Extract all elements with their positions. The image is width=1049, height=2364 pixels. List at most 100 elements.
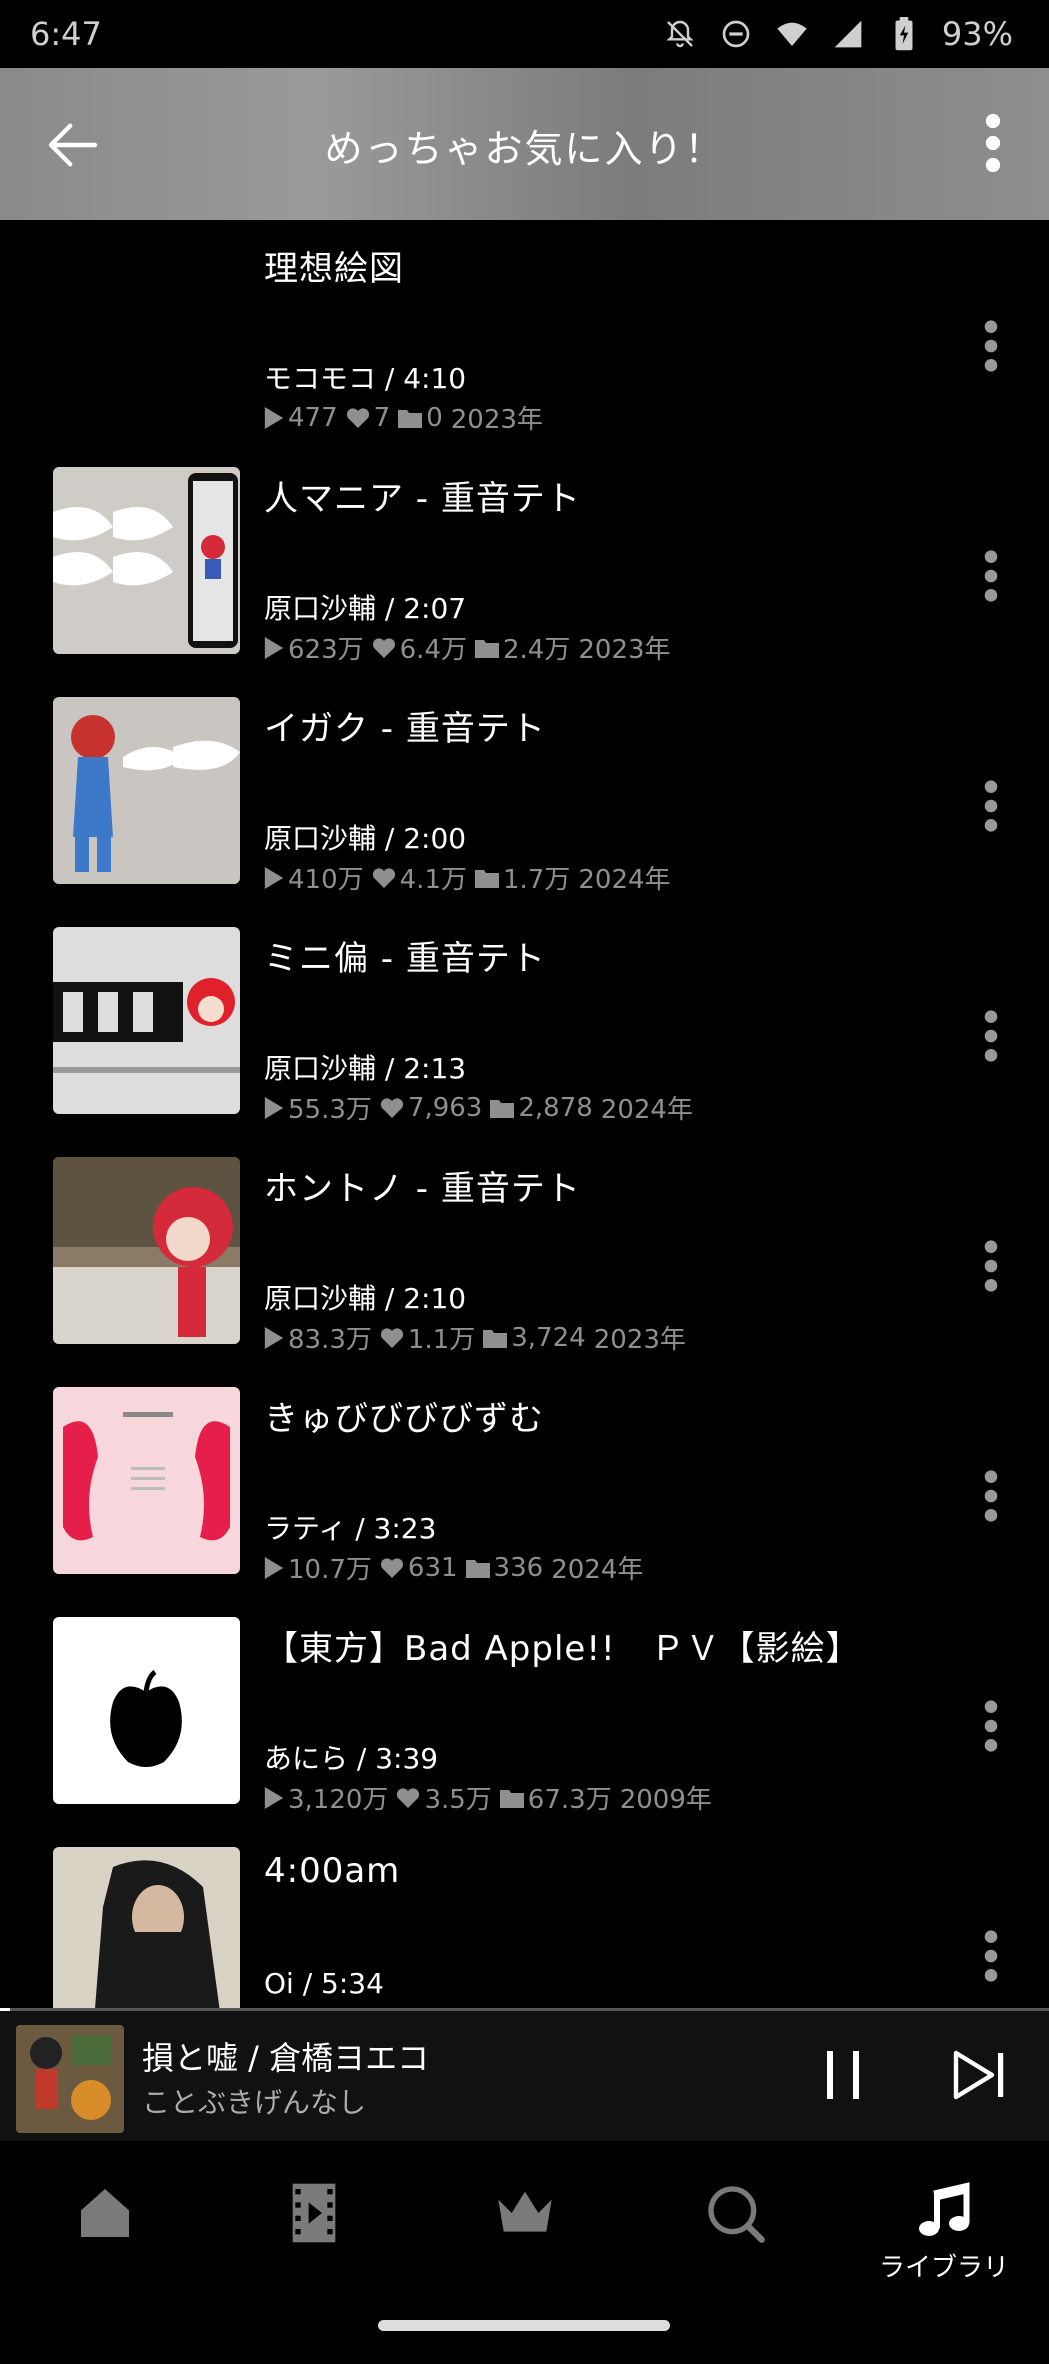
folder-icon — [490, 1099, 515, 1118]
play-count: 55.3万 — [288, 1095, 372, 1125]
song-year: 2009年 — [619, 1785, 712, 1815]
more-vertical-icon[interactable] — [981, 1007, 1001, 1065]
wifi-icon — [774, 16, 810, 52]
mylist-count: 0 — [426, 402, 443, 433]
song-row[interactable]: 4:00am Oi / 5:34 — [0, 1847, 1049, 2010]
folder-icon — [475, 869, 499, 888]
song-title: きゅびびびびずむ — [264, 1399, 544, 1439]
play-count: 3,120万 — [288, 1785, 389, 1815]
song-thumbnail — [53, 697, 240, 884]
song-artist-duration: 原口沙輔 / 2:00 — [264, 822, 467, 855]
nav-library[interactable]: ライブラリ — [874, 2181, 1014, 2311]
song-thumbnail — [53, 1387, 240, 1574]
song-title: 人マニア - 重音テト — [264, 479, 581, 519]
play-count: 410万 — [288, 865, 364, 895]
nav-library-label: ライブラリ — [878, 2253, 1009, 2283]
song-thumbnail — [53, 1847, 240, 2010]
now-playing-artwork — [16, 2025, 124, 2133]
song-thumbnail — [53, 1157, 240, 1344]
song-row[interactable]: きゅびびびびずむ ラティ / 3:23 10.7万 631 336 2024年 — [0, 1387, 1049, 1617]
song-row[interactable]: 理想絵図 モコモコ / 4:10 477 7 0 2023年 — [0, 237, 1049, 467]
mylist-count: 67.3万 — [527, 1785, 612, 1815]
song-list: 理想絵図 モコモコ / 4:10 477 7 0 2023年 人マニア - 重音… — [0, 220, 1049, 2010]
crown-icon — [498, 2191, 552, 2232]
heart-icon — [380, 1557, 404, 1578]
play-count-icon — [264, 1326, 284, 1349]
song-artist-duration: 原口沙輔 / 2:10 — [264, 1282, 467, 1315]
heart-icon — [397, 1787, 420, 1808]
song-title: 理想絵図 — [264, 249, 404, 289]
folder-icon — [483, 1329, 508, 1348]
song-artist-duration: モコモコ / 4:10 — [264, 362, 467, 395]
song-year: 2023年 — [578, 635, 671, 665]
like-count: 1.1万 — [407, 1325, 476, 1355]
play-count-icon — [264, 866, 284, 889]
song-title: ホントノ - 重音テト — [264, 1169, 581, 1209]
song-thumbnail — [53, 1617, 240, 1804]
now-playing-bar[interactable]: 損と嘘 / 倉橋ヨエコ ことぶきげんなし — [0, 2011, 1049, 2141]
song-artist-duration: 原口沙輔 / 2:13 — [264, 1052, 467, 1085]
cell-signal-icon — [830, 16, 866, 52]
song-stats: 55.3万 7,963 2,878 2024年 — [264, 1089, 693, 1126]
heart-icon — [380, 1097, 404, 1118]
battery-level: 93% — [941, 15, 1013, 53]
mylist-count: 336 — [493, 1552, 544, 1583]
now-playing-title: 損と嘘 / 倉橋ヨエコ — [142, 2039, 430, 2077]
battery-charging-icon — [886, 16, 922, 52]
heart-icon — [346, 407, 369, 428]
song-artist-duration: 原口沙輔 / 2:07 — [264, 592, 467, 625]
heart-icon — [372, 637, 395, 658]
play-count: 10.7万 — [288, 1555, 372, 1585]
like-count: 4.1万 — [399, 865, 467, 895]
song-row[interactable]: イガク - 重音テト 原口沙輔 / 2:00 410万 4.1万 1.7万 20… — [0, 697, 1049, 927]
song-year: 2023年 — [593, 1325, 686, 1355]
song-stats: 83.3万 1.1万 3,724 2023年 — [264, 1319, 686, 1356]
nav-home[interactable] — [35, 2181, 175, 2311]
mylist-count: 1.7万 — [503, 865, 571, 895]
nav-search[interactable] — [665, 2181, 805, 2311]
nav-video[interactable] — [244, 2181, 384, 2311]
home-icon — [81, 2189, 129, 2237]
play-count: 623万 — [288, 635, 364, 665]
song-row[interactable]: ミニ偏 - 重音テト 原口沙輔 / 2:13 55.3万 7,963 2,878… — [0, 927, 1049, 1157]
more-vertical-icon[interactable] — [981, 110, 1005, 176]
song-year: 2024年 — [551, 1555, 644, 1585]
song-title: 4:00am — [264, 1851, 401, 1891]
more-vertical-icon[interactable] — [981, 1467, 1001, 1525]
status-bar: 6:47 93% — [0, 0, 1049, 68]
song-title: ミニ偏 - 重音テト — [264, 939, 546, 979]
more-vertical-icon[interactable] — [981, 317, 1001, 375]
song-artist-duration: あにら / 3:39 — [264, 1742, 439, 1775]
song-artist-duration: ラティ / 3:23 — [264, 1512, 437, 1545]
notifications-off-icon — [662, 16, 698, 52]
heart-icon — [380, 1327, 404, 1348]
song-stats: 410万 4.1万 1.7万 2024年 — [264, 859, 671, 896]
more-vertical-icon[interactable] — [981, 1697, 1001, 1755]
song-stats: 477 7 0 2023年 — [264, 399, 543, 436]
more-vertical-icon[interactable] — [981, 1927, 1001, 1985]
folder-icon — [475, 639, 499, 658]
mylist-count: 3,724 — [511, 1322, 586, 1353]
play-count: 83.3万 — [288, 1325, 372, 1355]
play-count-icon — [264, 406, 284, 429]
folder-icon — [465, 1559, 490, 1578]
song-stats: 3,120万 3.5万 67.3万 2009年 — [264, 1779, 712, 1816]
play-count-icon — [264, 636, 284, 659]
song-row[interactable]: 【東方】Bad Apple!! ＰＶ【影絵】 あにら / 3:39 3,120万… — [0, 1617, 1049, 1847]
page-title: めっちゃお気に入り！ — [324, 127, 725, 171]
like-count: 6.4万 — [399, 635, 467, 665]
more-vertical-icon[interactable] — [981, 777, 1001, 835]
song-year: 2024年 — [600, 1095, 693, 1125]
more-vertical-icon[interactable] — [981, 547, 1001, 605]
song-row[interactable]: ホントノ - 重音テト 原口沙輔 / 2:10 83.3万 1.1万 3,724… — [0, 1157, 1049, 1387]
song-row[interactable]: 人マニア - 重音テト 原口沙輔 / 2:07 623万 6.4万 2.4万 2… — [0, 467, 1049, 697]
nav-premium[interactable] — [455, 2181, 595, 2311]
more-vertical-icon[interactable] — [981, 1237, 1001, 1295]
song-title: 【東方】Bad Apple!! ＰＶ【影絵】 — [264, 1629, 861, 1669]
mylist-count: 2,878 — [518, 1092, 593, 1123]
skip-next-icon[interactable] — [950, 2047, 1010, 2103]
home-indicator[interactable] — [378, 2320, 670, 2331]
status-time: 6:47 — [30, 15, 102, 53]
like-count: 631 — [407, 1552, 458, 1583]
pause-icon[interactable] — [818, 2047, 868, 2103]
